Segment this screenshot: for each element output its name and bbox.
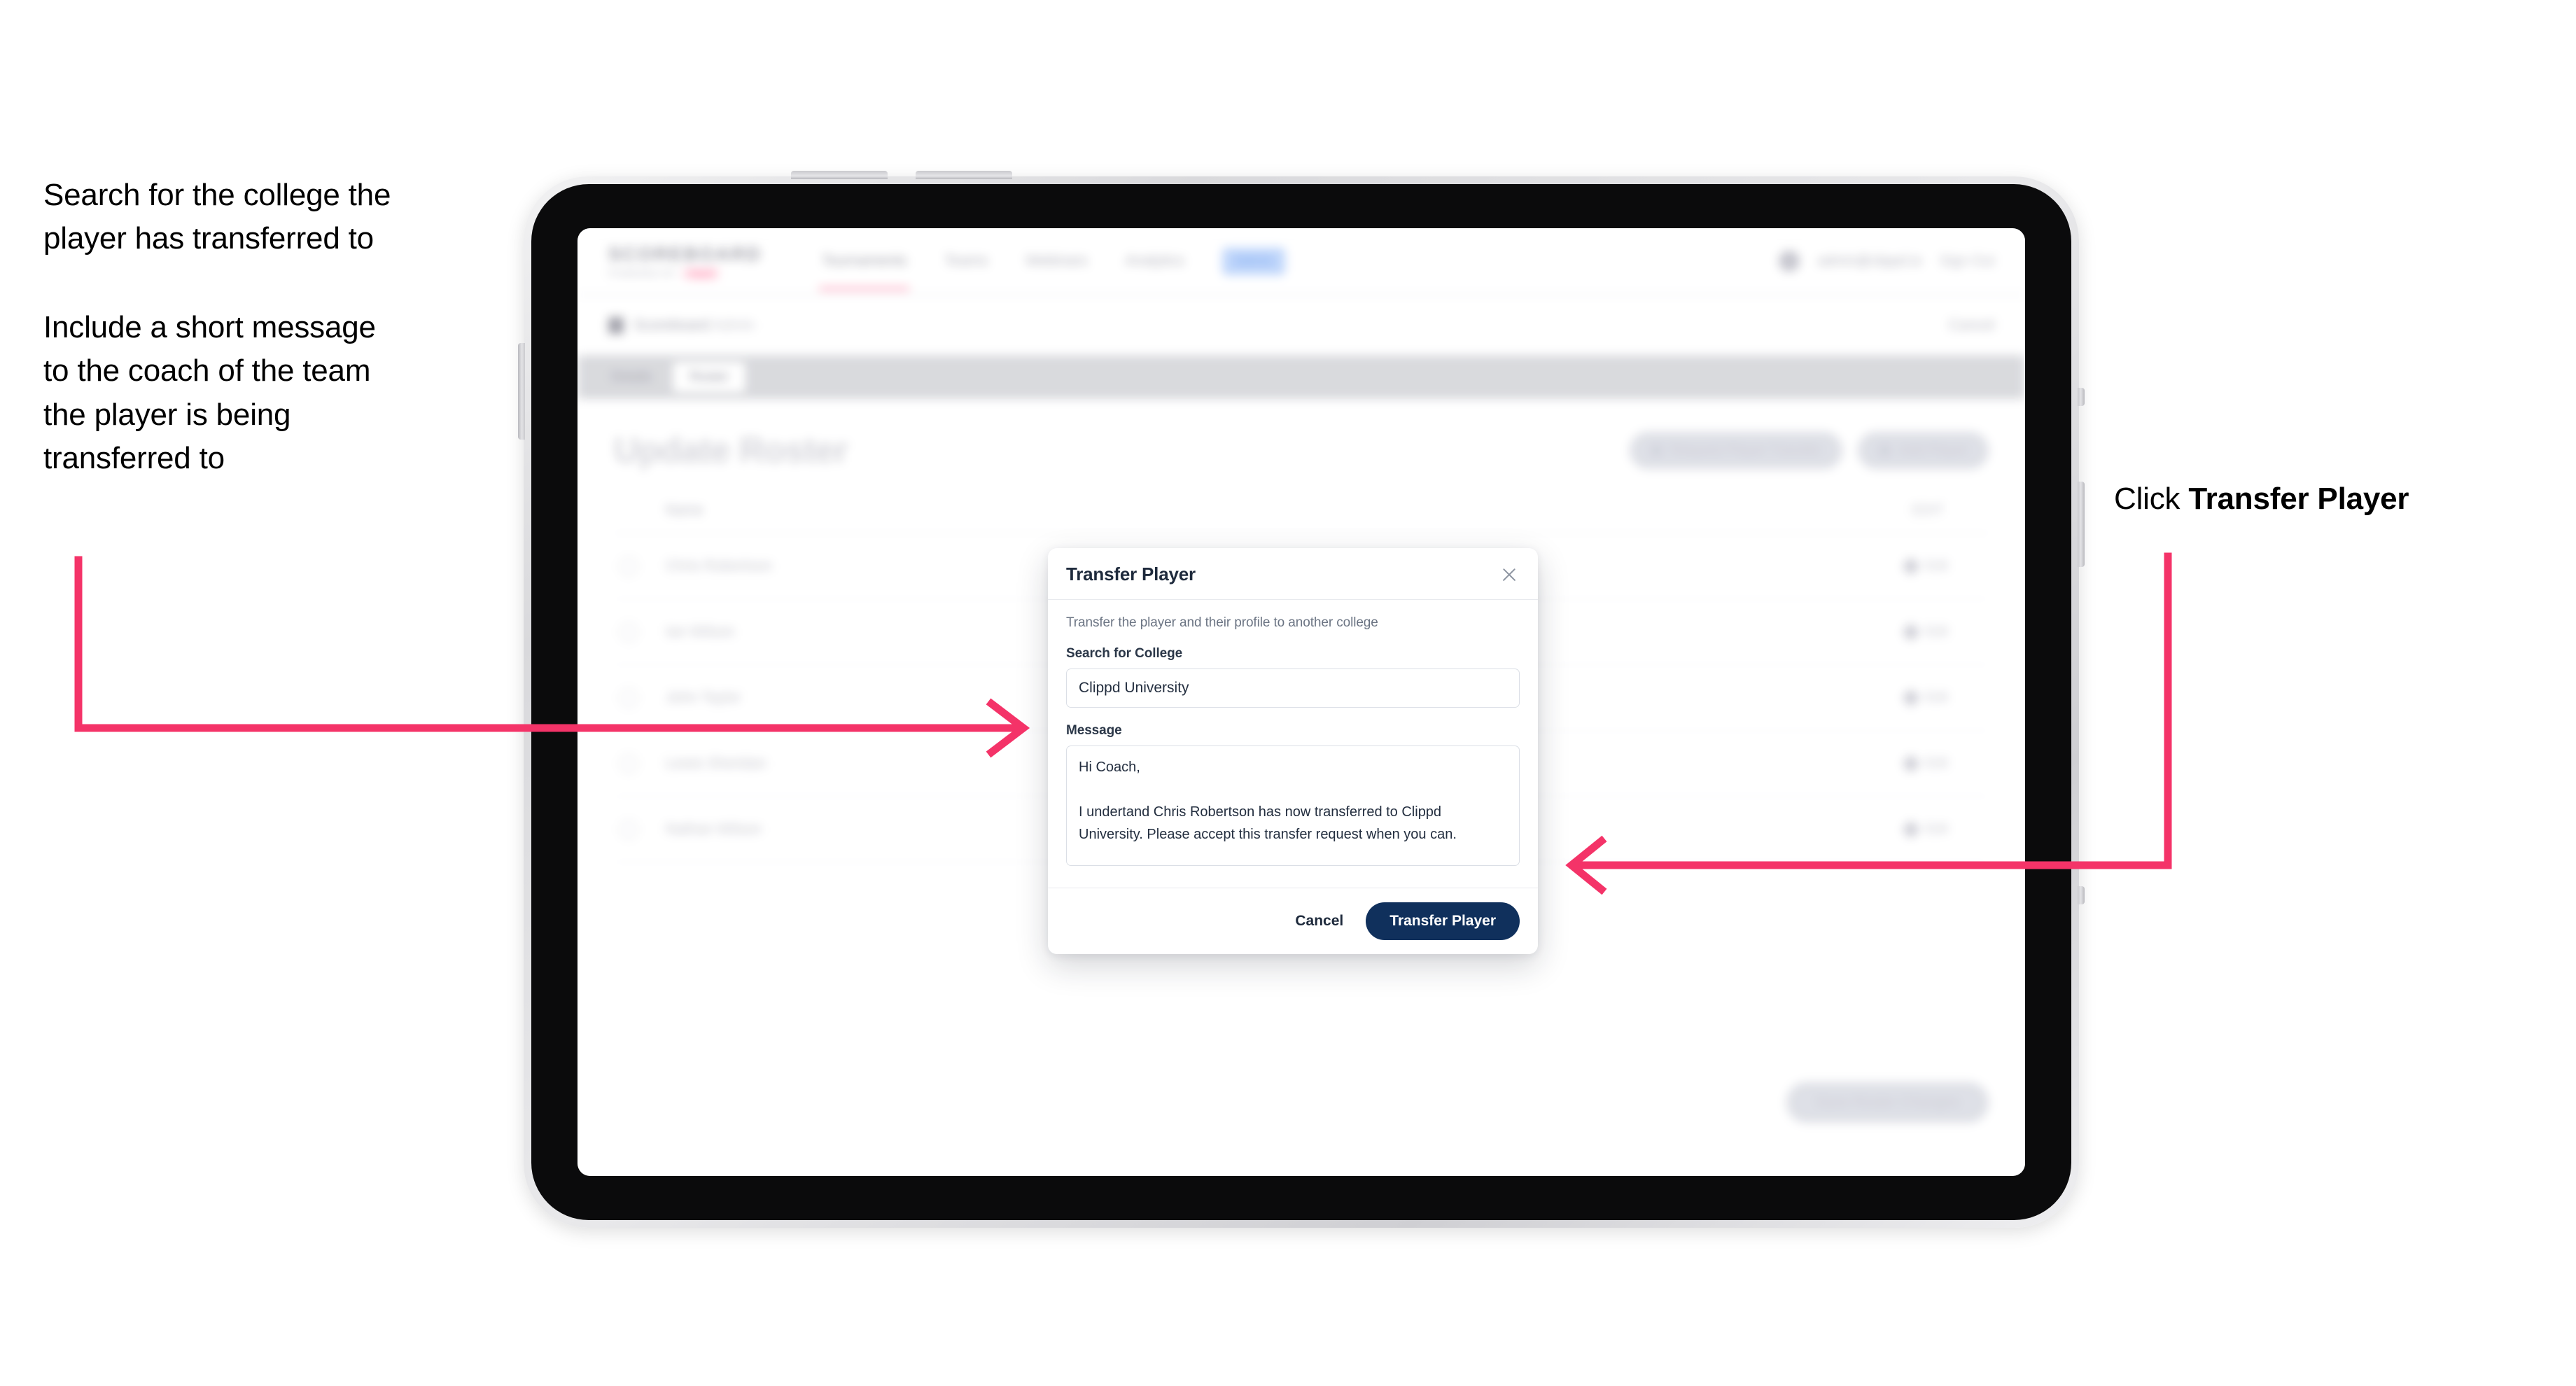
dialog-header: Transfer Player: [1048, 548, 1538, 600]
annotation-right-prefix: Click: [2114, 482, 2189, 516]
annotation-left-line-4: to the coach of the team: [43, 354, 371, 388]
annotation-left-line-5: the player is being: [43, 397, 291, 432]
message-field-label: Message: [1066, 723, 1122, 738]
transfer-player-dialog: Transfer Player Transfer the player and …: [1048, 548, 1538, 954]
screenshot-root: Search for the college the player has tr…: [0, 0, 2576, 1386]
volume-down-button[interactable]: [916, 171, 1012, 179]
dialog-title: Transfer Player: [1066, 564, 1196, 584]
dialog-footer: Cancel Transfer Player: [1048, 888, 1538, 954]
tablet-screen: SCOREBOARD POWERED BY clippd Tournaments…: [578, 228, 2025, 1176]
dialog-body: Transfer the player and their profile to…: [1048, 600, 1538, 888]
annotation-left-line-3: Include a short message: [43, 309, 376, 344]
cancel-button[interactable]: Cancel: [1291, 906, 1348, 937]
volume-up-button[interactable]: [791, 171, 888, 179]
dialog-description: Transfer the player and their profile to…: [1066, 615, 1378, 630]
tablet-device: SCOREBOARD POWERED BY clippd Tournaments…: [518, 171, 2085, 1228]
field-spacer: [1066, 708, 1520, 723]
message-textarea[interactable]: [1066, 746, 1520, 866]
right-side-button-bottom[interactable]: [2078, 886, 2085, 904]
annotation-left-line-6: transferred to: [43, 441, 225, 476]
annotation-left: Search for the college the player has tr…: [43, 174, 491, 481]
right-side-button-top[interactable]: [2078, 388, 2085, 406]
modal-overlay: Transfer Player Transfer the player and …: [578, 228, 2025, 1176]
annotation-right: Click Transfer Player: [2114, 479, 2409, 519]
annotation-left-line-2: player has transferred to: [43, 221, 374, 256]
college-field-label: Search for College: [1066, 646, 1183, 661]
close-icon[interactable]: [1499, 564, 1520, 585]
annotation-right-bold: Transfer Player: [2188, 482, 2409, 516]
transfer-player-button[interactable]: Transfer Player: [1366, 902, 1520, 940]
right-side-button-mid[interactable]: [2078, 482, 2085, 567]
annotation-left-line-1: Search for the college the: [43, 178, 391, 212]
left-side-button[interactable]: [518, 343, 525, 440]
annotation-spacer: [43, 261, 491, 306]
search-college-input[interactable]: [1066, 668, 1520, 708]
